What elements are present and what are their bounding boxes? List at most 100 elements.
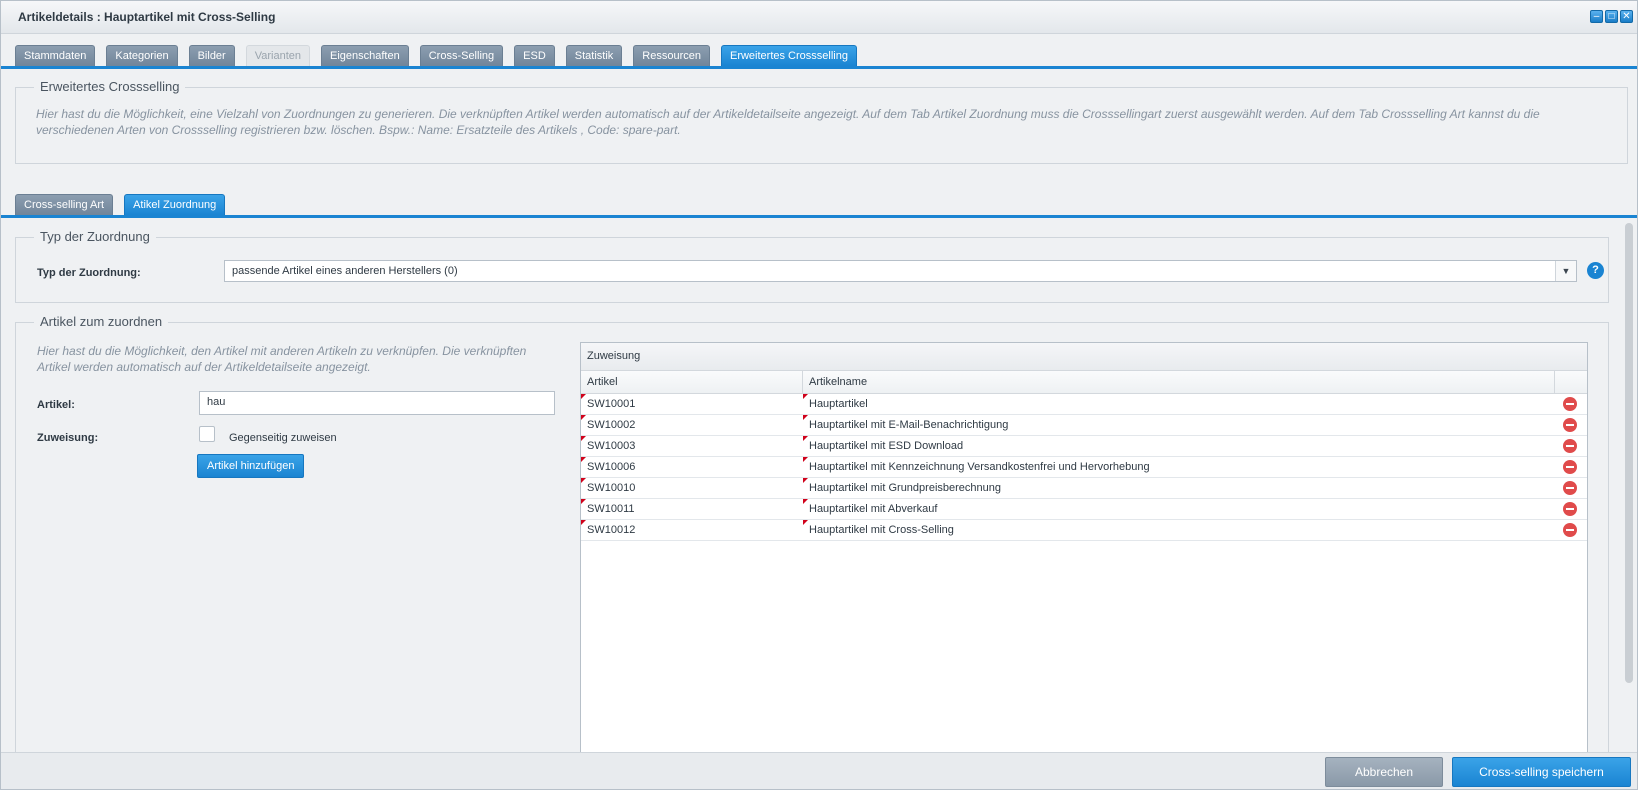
cell-artikelname: Hauptartikel mit Cross-Selling [803,520,1555,540]
cell-artikelname: Hauptartikel mit Grundpreisberechnung [803,478,1555,498]
cell-artikel: SW10011 [581,499,803,519]
dirty-flag-icon [803,436,808,441]
artikel-number: SW10012 [587,524,636,536]
delete-icon[interactable] [1563,418,1577,432]
intro-legend: Erweitertes Crossselling [34,79,186,94]
main-tab-underline [1,66,1637,69]
tab-cross-selling-art[interactable]: Cross-selling Art [15,194,114,215]
typ-fieldset: Typ der Zuordnung Typ der Zuordnung: pas… [15,229,1609,303]
artikel-name: Hauptartikel mit Grundpreisberechnung [809,482,1001,494]
table-row[interactable]: SW10002 Hauptartikel mit E-Mail-Benachric… [581,415,1587,436]
vertical-scrollbar[interactable] [1625,223,1633,683]
cell-artikelname: Hauptartikel mit ESD Download [803,436,1555,456]
help-icon[interactable]: ? [1587,262,1604,279]
artikel-description: Hier hast du die Möglichkeit, den Artike… [37,344,527,374]
table-row[interactable]: SW10010 Hauptartikel mit Grundpreisberech… [581,478,1587,499]
delete-icon[interactable] [1563,439,1577,453]
artikel-number: SW10011 [587,503,635,515]
dirty-flag-icon [803,394,808,399]
table-row[interactable]: SW10001 Hauptartikel [581,394,1587,415]
table-row[interactable]: SW10003 Hauptartikel mit ESD Download [581,436,1587,457]
dirty-flag-icon [803,478,808,483]
main-tab-bar: Stammdaten Kategorien Bilder Varianten E… [15,45,868,66]
dirty-flag-icon [803,499,808,504]
intro-fieldset: Erweitertes Crossselling Hier hast du di… [15,79,1628,164]
column-header-artikelname[interactable]: Artikelname [803,371,1555,393]
sub-tab-bar: Cross-selling Art Atikel Zuordnung [15,194,236,215]
gegenseitig-checkbox[interactable] [199,426,215,442]
grid-header: Artikel Artikelname [581,371,1587,394]
artikel-name: Hauptartikel mit Cross-Selling [809,524,954,536]
cell-artikelname: Hauptartikel [803,394,1555,414]
cell-artikel: SW10002 [581,415,803,435]
dirty-flag-icon [581,415,586,420]
cell-artikel: SW10006 [581,457,803,477]
dirty-flag-icon [581,436,586,441]
sub-tab-underline [1,215,1637,218]
table-row[interactable]: SW10011 Hauptartikel mit Abverkauf [581,499,1587,520]
dirty-flag-icon [803,457,808,462]
cell-artikel: SW10001 [581,394,803,414]
dirty-flag-icon [581,499,586,504]
dirty-flag-icon [803,415,808,420]
dirty-flag-icon [581,394,586,399]
typ-select[interactable]: passende Artikel eines anderen Herstelle… [224,260,1577,282]
delete-icon[interactable] [1563,397,1577,411]
tab-eigenschaften[interactable]: Eigenschaften [321,45,409,66]
cell-artikelname: Hauptartikel mit Kennzeichnung Versandko… [803,457,1555,477]
delete-icon[interactable] [1563,460,1577,474]
save-cross-selling-button[interactable]: Cross-selling speichern [1452,757,1631,787]
dirty-flag-icon [803,520,808,525]
column-header-artikel[interactable]: Artikel [581,371,803,393]
tab-erweitertes-crossselling[interactable]: Erweitertes Crossselling [720,45,857,66]
artikel-number: SW10003 [587,440,636,452]
artikel-label: Artikel: [37,399,75,411]
artikel-name: Hauptartikel mit E-Mail-Benachrichtigung [809,419,1009,431]
grid-title: Zuweisung [581,343,1587,371]
tab-esd[interactable]: ESD [514,45,555,66]
delete-icon[interactable] [1563,481,1577,495]
cell-artikelname: Hauptartikel mit E-Mail-Benachrichtigung [803,415,1555,435]
tab-cross-selling[interactable]: Cross-Selling [419,45,504,66]
article-details-window: Artikeldetails : Hauptartikel mit Cross-… [0,0,1638,790]
window-title: Artikeldetails : Hauptartikel mit Cross-… [18,10,276,24]
typ-select-value: passende Artikel eines anderen Herstelle… [232,265,458,277]
artikel-legend: Artikel zum zuordnen [34,314,169,329]
zuweisung-grid: Zuweisung Artikel Artikelname SW10001 Hau… [580,342,1588,762]
dirty-flag-icon [581,457,586,462]
artikel-search-input[interactable]: hau [199,391,555,415]
artikel-name: Hauptartikel mit Abverkauf [809,503,938,515]
window-titlebar[interactable]: Artikeldetails : Hauptartikel mit Cross-… [1,1,1637,34]
tab-ressourcen[interactable]: Ressourcen [633,45,710,66]
chevron-down-icon[interactable]: ▼ [1555,261,1576,281]
intro-description: Hier hast du die Möglichkeit, eine Vielz… [36,107,1540,137]
window-controls: – □ ✕ [1590,10,1633,23]
column-header-actions [1555,371,1587,393]
cell-artikel: SW10003 [581,436,803,456]
zuweisung-label: Zuweisung: [37,432,99,444]
table-row[interactable]: SW10012 Hauptartikel mit Cross-Selling [581,520,1587,541]
tab-varianten: Varianten [245,45,310,66]
delete-icon[interactable] [1563,502,1577,516]
typ-legend: Typ der Zuordnung [34,229,156,244]
table-row[interactable]: SW10006 Hauptartikel mit Kennzeichnung Ve… [581,457,1587,478]
typ-label: Typ der Zuordnung: [37,267,141,279]
dirty-flag-icon [581,478,586,483]
tab-bilder[interactable]: Bilder [188,45,235,66]
tab-kategorien[interactable]: Kategorien [106,45,178,66]
grid-body: SW10001 Hauptartikel SW10002 Hauptartikel m… [581,394,1587,541]
add-article-button[interactable]: Artikel hinzufügen [197,454,305,478]
close-icon[interactable]: ✕ [1620,10,1633,23]
delete-icon[interactable] [1563,523,1577,537]
artikel-number: SW10006 [587,461,636,473]
artikel-name: Hauptartikel mit ESD Download [809,440,964,452]
tab-stammdaten[interactable]: Stammdaten [15,45,96,66]
tab-statistik[interactable]: Statistik [565,45,623,66]
cell-artikel: SW10010 [581,478,803,498]
minimize-icon[interactable]: – [1590,10,1603,23]
tab-atikel-zuordnung[interactable]: Atikel Zuordnung [124,194,226,215]
maximize-icon[interactable]: □ [1605,10,1618,23]
cancel-button[interactable]: Abbrechen [1325,757,1443,787]
artikel-number: SW10002 [587,419,636,431]
artikel-number: SW10010 [587,482,636,494]
